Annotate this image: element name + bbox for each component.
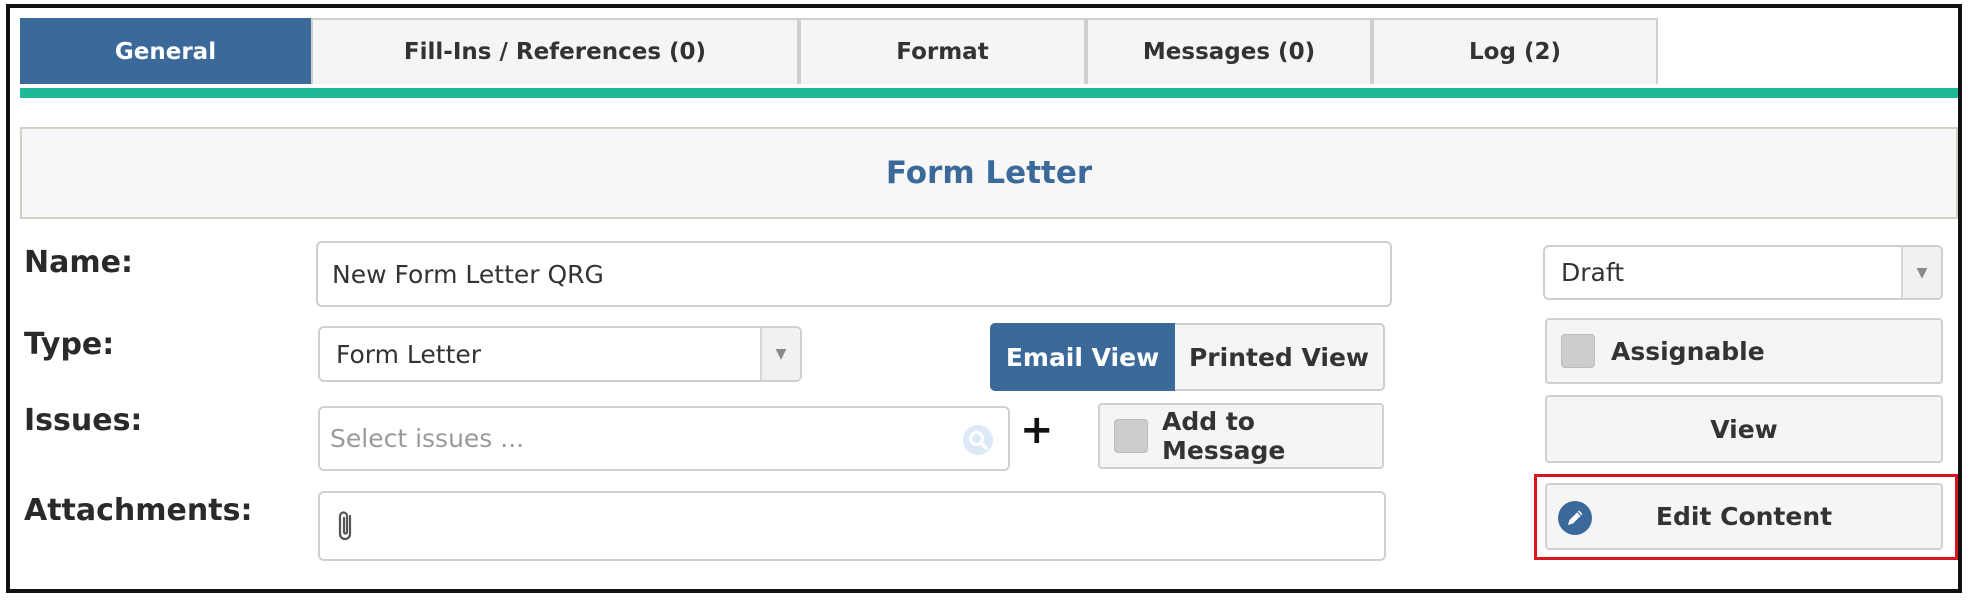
form-title-panel: Form Letter bbox=[20, 127, 1958, 219]
chevron-down-icon[interactable]: ▼ bbox=[1901, 247, 1941, 298]
highlight-box bbox=[1534, 474, 1958, 560]
type-select[interactable]: Form Letter ▼ bbox=[318, 326, 802, 382]
email-view-button[interactable]: Email View bbox=[990, 323, 1175, 391]
page-title: Form Letter bbox=[885, 155, 1093, 191]
name-value: New Form Letter QRG bbox=[332, 259, 604, 289]
type-label: Type: bbox=[24, 327, 115, 362]
issues-input[interactable]: Select issues ... bbox=[318, 406, 1010, 471]
assignable-checkbox[interactable] bbox=[1561, 334, 1595, 368]
search-icon[interactable] bbox=[962, 424, 994, 456]
add-to-message-label: Add to Message bbox=[1162, 407, 1286, 465]
type-select-value: Form Letter bbox=[336, 339, 482, 369]
view-button-label: View bbox=[1710, 414, 1778, 444]
status-select-value: Draft bbox=[1561, 258, 1625, 287]
view-toggle: Email View Printed View bbox=[990, 323, 1385, 391]
tab-general[interactable]: General bbox=[20, 18, 311, 84]
paperclip-icon[interactable] bbox=[334, 508, 358, 544]
tab-bar: General Fill-Ins / References (0) Format… bbox=[20, 18, 1658, 88]
issues-label: Issues: bbox=[24, 403, 143, 438]
tab-underline bbox=[20, 88, 1958, 98]
status-select[interactable]: Draft ▼ bbox=[1543, 245, 1943, 300]
attachments-label: Attachments: bbox=[24, 493, 253, 528]
view-button[interactable]: View bbox=[1545, 395, 1943, 463]
tab-fill-ins-references[interactable]: Fill-Ins / References (0) bbox=[311, 18, 799, 84]
name-label: Name: bbox=[24, 245, 133, 280]
tab-messages[interactable]: Messages (0) bbox=[1086, 18, 1372, 84]
assignable-label: Assignable bbox=[1611, 336, 1765, 366]
tab-format[interactable]: Format bbox=[799, 18, 1086, 84]
assignable-toggle[interactable]: Assignable bbox=[1545, 318, 1943, 384]
tab-log[interactable]: Log (2) bbox=[1372, 18, 1658, 84]
chevron-down-icon[interactable]: ▼ bbox=[760, 328, 800, 380]
issues-placeholder: Select issues ... bbox=[330, 424, 525, 453]
printed-view-button[interactable]: Printed View bbox=[1175, 323, 1385, 391]
add-to-message-checkbox[interactable] bbox=[1114, 419, 1148, 453]
add-to-message-toggle[interactable]: Add to Message bbox=[1098, 403, 1384, 469]
attachments-input[interactable] bbox=[318, 491, 1386, 561]
add-issue-button[interactable]: + bbox=[1020, 410, 1054, 450]
name-input[interactable]: New Form Letter QRG bbox=[316, 241, 1392, 307]
